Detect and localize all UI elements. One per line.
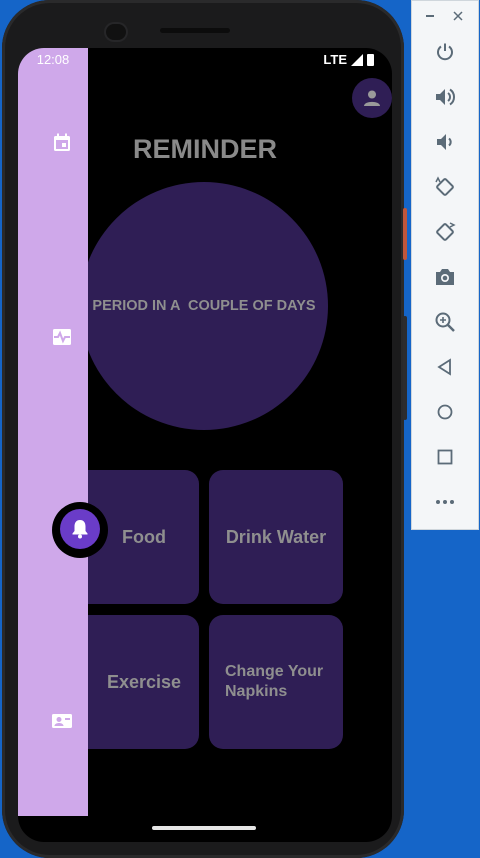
home-button[interactable] <box>433 400 457 424</box>
change-napkins-card[interactable]: Change Your Napkins <box>209 615 343 749</box>
back-button[interactable] <box>433 355 457 379</box>
volume-up-icon <box>436 88 456 106</box>
power-button[interactable] <box>433 40 457 64</box>
rotate-right-button[interactable] <box>433 220 457 244</box>
heart-pulse-icon[interactable] <box>51 326 73 348</box>
drink-water-card[interactable]: Drink Water <box>209 470 343 604</box>
calendar-icon[interactable] <box>51 132 73 154</box>
status-time: 12:08 <box>36 52 70 67</box>
camera-icon <box>436 269 454 285</box>
rotate-right-icon <box>436 222 456 241</box>
phone-frame: 12:08 LTE REMINDER PERIOD IN A COUPLE OF… <box>2 0 407 858</box>
volume-up-button[interactable] <box>433 85 457 109</box>
power-icon <box>437 43 453 61</box>
person-icon <box>364 90 380 106</box>
network-type: LTE <box>323 52 347 67</box>
card-label: Change Your Napkins <box>225 663 324 700</box>
home-icon <box>437 404 453 420</box>
overview-button[interactable] <box>433 445 457 469</box>
rotate-left-button[interactable] <box>433 175 457 199</box>
battery-icon <box>367 53 374 66</box>
status-icons: LTE <box>323 52 374 67</box>
reminder-text: PERIOD IN A COUPLE OF DAYS <box>92 298 316 314</box>
card-label: Food <box>122 526 166 547</box>
close-icon[interactable] <box>453 11 463 21</box>
volume-down-button[interactable] <box>433 130 457 154</box>
volume-side-button <box>403 316 407 420</box>
emulator-controls-panel <box>411 0 479 530</box>
status-bar: 12:08 LTE <box>18 48 392 72</box>
reminders-nav-button[interactable] <box>60 509 100 549</box>
contact-card-icon[interactable] <box>51 710 73 732</box>
more-icon <box>436 500 454 504</box>
back-icon <box>437 358 451 376</box>
power-side-button <box>403 208 407 260</box>
card-label: Drink Water <box>225 526 327 547</box>
zoom-icon <box>435 312 455 332</box>
bell-icon <box>72 520 88 539</box>
minimize-icon[interactable] <box>426 15 434 17</box>
page-title: REMINDER <box>132 134 277 164</box>
panel-window-controls <box>412 7 478 27</box>
earpiece-speaker <box>160 28 230 33</box>
app-screen: 12:08 LTE REMINDER PERIOD IN A COUPLE OF… <box>18 48 392 842</box>
overview-icon <box>437 449 453 465</box>
volume-down-icon <box>437 134 452 150</box>
screenshot-button[interactable] <box>433 265 457 289</box>
signal-icon <box>351 53 363 66</box>
reminder-circle: PERIOD IN A COUPLE OF DAYS <box>80 182 328 430</box>
rotate-left-icon <box>435 176 454 196</box>
front-camera <box>106 24 126 40</box>
more-button[interactable] <box>433 490 457 514</box>
card-label: Exercise <box>106 671 182 692</box>
home-gesture-bar[interactable] <box>152 826 256 830</box>
zoom-button[interactable] <box>433 310 457 334</box>
side-nav-rail <box>18 48 88 816</box>
profile-button[interactable] <box>352 78 392 118</box>
